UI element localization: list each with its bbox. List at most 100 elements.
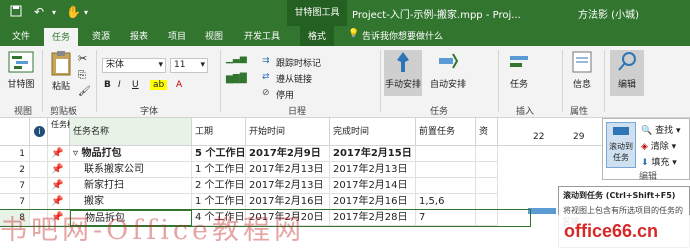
editing-group-label: 编辑 xyxy=(639,172,658,182)
duration-cell[interactable]: 1 个工作日 xyxy=(192,162,246,178)
clear-button[interactable]: ◈ 清除 ▾ xyxy=(641,139,676,152)
link-icon[interactable]: ⇄ xyxy=(262,72,270,82)
format-painter-icon[interactable]: 🖌 xyxy=(78,86,91,97)
paste-button[interactable]: 粘贴 xyxy=(46,50,76,92)
task-mode-header[interactable]: 任务模式 xyxy=(48,118,83,146)
gantt-chart-button[interactable]: 甘特图 xyxy=(4,50,38,90)
chain-icon[interactable]: ⇉ xyxy=(262,56,270,66)
user-name[interactable]: 方法影 (小城) xyxy=(578,6,639,21)
undo-icon[interactable]: ↶ xyxy=(34,5,44,19)
mark-on-track-button[interactable]: 跟踪时标记 xyxy=(276,56,321,69)
finish-cell[interactable]: 2017年2月14日 xyxy=(330,178,416,194)
tooltip-title: 滚动到任务 (Ctrl+Shift+F5) xyxy=(563,191,676,200)
underline-icon[interactable]: U xyxy=(132,80,139,90)
start-cell[interactable]: 2017年2月13日 xyxy=(246,178,330,194)
save-icon[interactable] xyxy=(10,5,22,20)
resource-cell[interactable] xyxy=(476,178,498,194)
start-cell[interactable]: 2017年2月13日 xyxy=(246,162,330,178)
tab-format[interactable]: 格式 xyxy=(300,26,335,46)
ribbon-tabs: 文件 任务 资源 报表 项目 视图 开发工具 格式 💡 告诉我你想要做什么 xyxy=(0,26,690,47)
find-button[interactable]: 🔍 查找 ▾ xyxy=(641,123,681,136)
magnifier-icon xyxy=(618,52,636,71)
tab-view[interactable]: 视图 xyxy=(205,29,223,42)
finish-header[interactable]: 完成时间 xyxy=(330,118,416,146)
predecessors-cell[interactable] xyxy=(416,178,476,194)
bold-icon[interactable]: B xyxy=(104,80,111,90)
tab-resource[interactable]: 资源 xyxy=(92,29,110,42)
separator xyxy=(498,50,499,112)
tell-me-box[interactable]: 告诉我你想要做什么 xyxy=(362,29,443,42)
group-label-clipboard: 剪贴板 xyxy=(50,107,78,117)
task-name[interactable]: 新家打扫 xyxy=(70,178,192,194)
finish-cell[interactable]: 2017年2月16日 xyxy=(330,194,416,210)
find-label: 查找 xyxy=(655,126,674,136)
highlight-icon[interactable]: ab xyxy=(150,80,168,90)
group-label-schedule: 日程 xyxy=(288,107,307,117)
table-row[interactable]: 2 📌 联系搬家公司 1 个工作日 2017年2月13日 2017年2月13日 xyxy=(0,162,530,178)
resource-header[interactable]: 资 xyxy=(476,118,498,146)
logo-text: office66.cn xyxy=(558,215,690,248)
insert-task-label: 任务 xyxy=(509,80,528,90)
resource-cell[interactable] xyxy=(476,162,498,178)
task-name[interactable]: 联系搬家公司 xyxy=(70,162,192,178)
font-size-value: 11 xyxy=(174,60,186,70)
resource-cell[interactable] xyxy=(476,194,498,210)
separator xyxy=(604,50,605,112)
customize-qat-icon[interactable]: ▾ xyxy=(84,8,88,17)
predecessors-header[interactable]: 前置任务 xyxy=(416,118,476,146)
predecessors-cell[interactable]: 7 xyxy=(416,210,476,226)
font-name-select[interactable]: 宋体 ▾ xyxy=(102,58,166,73)
predecessors-cell[interactable]: 1,5,6 xyxy=(416,194,476,210)
italic-icon[interactable]: I xyxy=(118,80,121,90)
start-header[interactable]: 开始时间 xyxy=(246,118,330,146)
resource-cell[interactable] xyxy=(476,146,498,162)
finish-cell[interactable]: 2017年2月28日 xyxy=(330,210,416,226)
respect-links-button[interactable]: 遵从链接 xyxy=(276,72,312,85)
resource-cell[interactable] xyxy=(476,210,498,226)
manual-schedule-button[interactable]: 手动安排 xyxy=(384,50,422,96)
indicator-cell xyxy=(30,146,48,162)
chevron-down-icon: ▾ xyxy=(200,60,205,70)
scroll-to-task-button[interactable]: 滚动到任务 xyxy=(606,122,636,168)
tab-file[interactable]: 文件 xyxy=(12,29,30,42)
auto-schedule-button[interactable]: 自动安排 xyxy=(426,50,470,90)
insert-task-button[interactable]: 任务 xyxy=(502,50,536,90)
task-bar[interactable] xyxy=(528,208,556,214)
copy-icon[interactable]: ⎘ xyxy=(78,70,86,81)
group-label-properties: 属性 xyxy=(570,107,589,117)
inactivate-button[interactable]: 停用 xyxy=(276,88,294,101)
percent-icon[interactable]: ▆▇█ xyxy=(226,74,247,84)
cut-icon[interactable]: ✂ xyxy=(78,52,87,65)
select-all-corner[interactable] xyxy=(0,118,30,146)
predecessors-cell[interactable] xyxy=(416,146,476,162)
table-row[interactable]: 7 📌 新家打扫 2 个工作日 2017年2月13日 2017年2月14日 xyxy=(0,178,530,194)
information-button[interactable]: 信息 xyxy=(566,50,598,90)
task-name-header[interactable]: 任务名称 xyxy=(70,118,192,146)
finish-cell[interactable]: 2017年2月15日 xyxy=(330,146,416,162)
touch-mode-icon[interactable]: ✋ xyxy=(66,5,81,19)
tab-report[interactable]: 报表 xyxy=(130,29,148,42)
task-name-cell[interactable]: ▿ 物品打包 xyxy=(70,146,192,162)
predecessors-cell[interactable] xyxy=(416,162,476,178)
percent-icon[interactable]: ▁▃▅ xyxy=(226,54,247,64)
duration-cell[interactable]: 2 个工作日 xyxy=(192,178,246,194)
start-cell[interactable]: 2017年2月9日 xyxy=(246,146,330,162)
tab-developer[interactable]: 开发工具 xyxy=(244,29,280,42)
group-label-font: 字体 xyxy=(140,107,159,117)
font-color-icon[interactable]: A xyxy=(176,80,182,90)
inactivate-icon[interactable]: ⊘ xyxy=(262,88,270,98)
chevron-down-icon[interactable]: ▾ xyxy=(52,8,56,17)
fill-button[interactable]: ⬇ 填充 ▾ xyxy=(641,155,677,168)
collapse-icon[interactable]: ▿ xyxy=(73,148,82,159)
group-label-view: 视图 xyxy=(14,107,33,117)
timescale-day: 22 xyxy=(533,132,545,142)
duration-cell[interactable]: 5 个工作日 xyxy=(192,146,246,162)
pushpin-icon: 📌 xyxy=(48,162,70,178)
duration-header[interactable]: 工期 xyxy=(192,118,246,146)
tab-project[interactable]: 项目 xyxy=(168,29,186,42)
tab-task[interactable]: 任务 xyxy=(44,28,79,47)
finish-cell[interactable]: 2017年2月13日 xyxy=(330,162,416,178)
editing-button[interactable]: 编辑 xyxy=(610,50,644,96)
table-row[interactable]: 1 📌 ▿ 物品打包 5 个工作日 2017年2月9日 2017年2月15日 xyxy=(0,146,530,162)
font-size-select[interactable]: 11 ▾ xyxy=(170,58,208,73)
